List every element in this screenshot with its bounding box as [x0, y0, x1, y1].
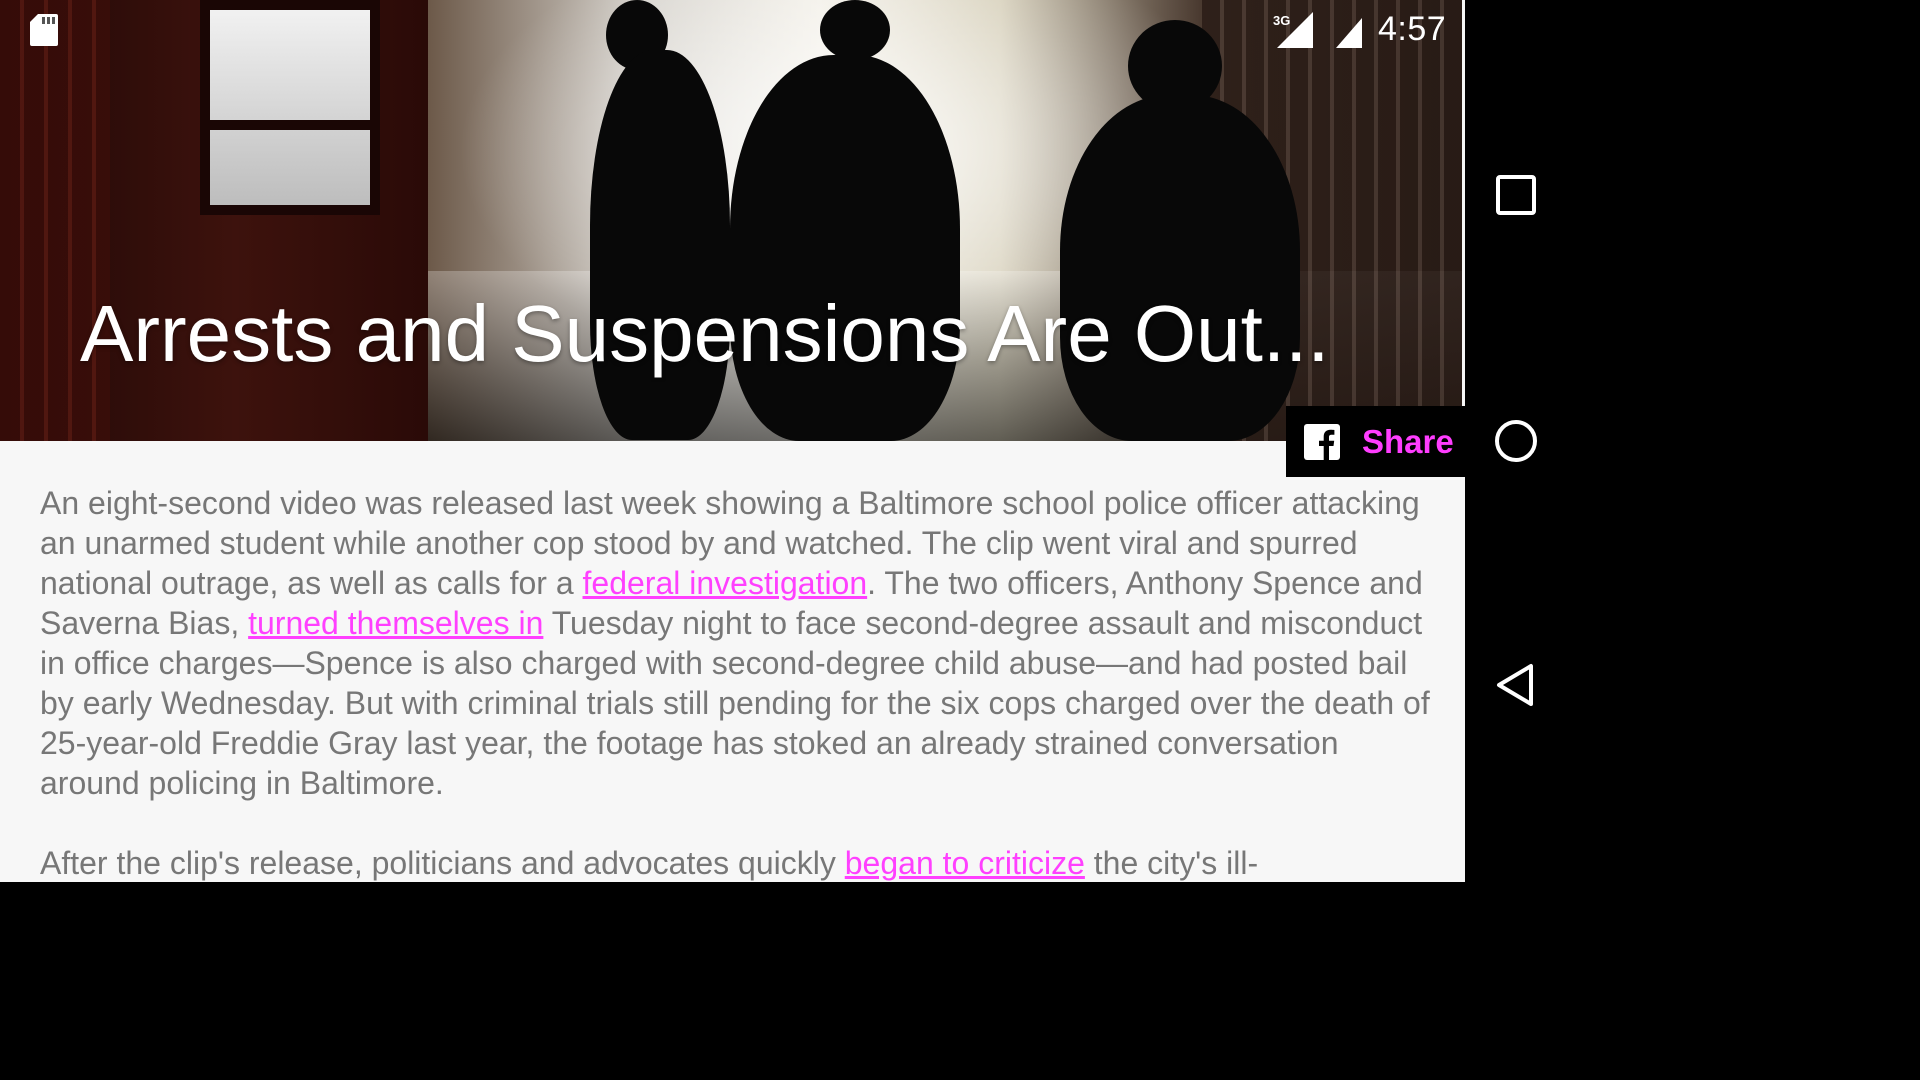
- facebook-icon: [1304, 423, 1340, 460]
- status-bar: 3G 4:57: [0, 0, 1462, 60]
- article-body: An eight-second video was released last …: [40, 483, 1440, 882]
- link-began-to-criticize[interactable]: began to criticize: [845, 845, 1085, 881]
- article-title: Arrests and Suspensions Are Out...: [80, 289, 1330, 378]
- facebook-share-button[interactable]: Share: [1286, 406, 1465, 477]
- article-paragraph: After the clip's release, politicians an…: [40, 843, 1440, 882]
- article-paragraph: An eight-second video was released last …: [40, 483, 1440, 803]
- article-screen: 3G 4:57 Arrests and Suspensions Are Out.…: [0, 0, 1465, 882]
- status-clock: 4:57: [1378, 10, 1447, 48]
- paragraph-text: After the clip's release, politicians an…: [40, 845, 845, 881]
- back-icon[interactable]: [1493, 662, 1539, 708]
- share-label: Share: [1362, 422, 1454, 460]
- cell-signal-icon: 3G: [1273, 12, 1313, 48]
- navigation-bar: [1465, 0, 1568, 882]
- hero-person-silhouette: [1060, 95, 1300, 441]
- link-federal-investigation[interactable]: federal investigation: [583, 565, 868, 601]
- hero-person-silhouette: [730, 55, 960, 441]
- paragraph-text: the city's ill-: [1084, 845, 1259, 881]
- recent-apps-icon[interactable]: [1493, 172, 1539, 218]
- network-type-label: 3G: [1273, 13, 1290, 28]
- sd-card-icon: [30, 14, 58, 46]
- home-icon[interactable]: [1493, 418, 1539, 464]
- battery-icon: [1336, 18, 1362, 48]
- link-turned-themselves-in[interactable]: turned themselves in: [248, 605, 543, 641]
